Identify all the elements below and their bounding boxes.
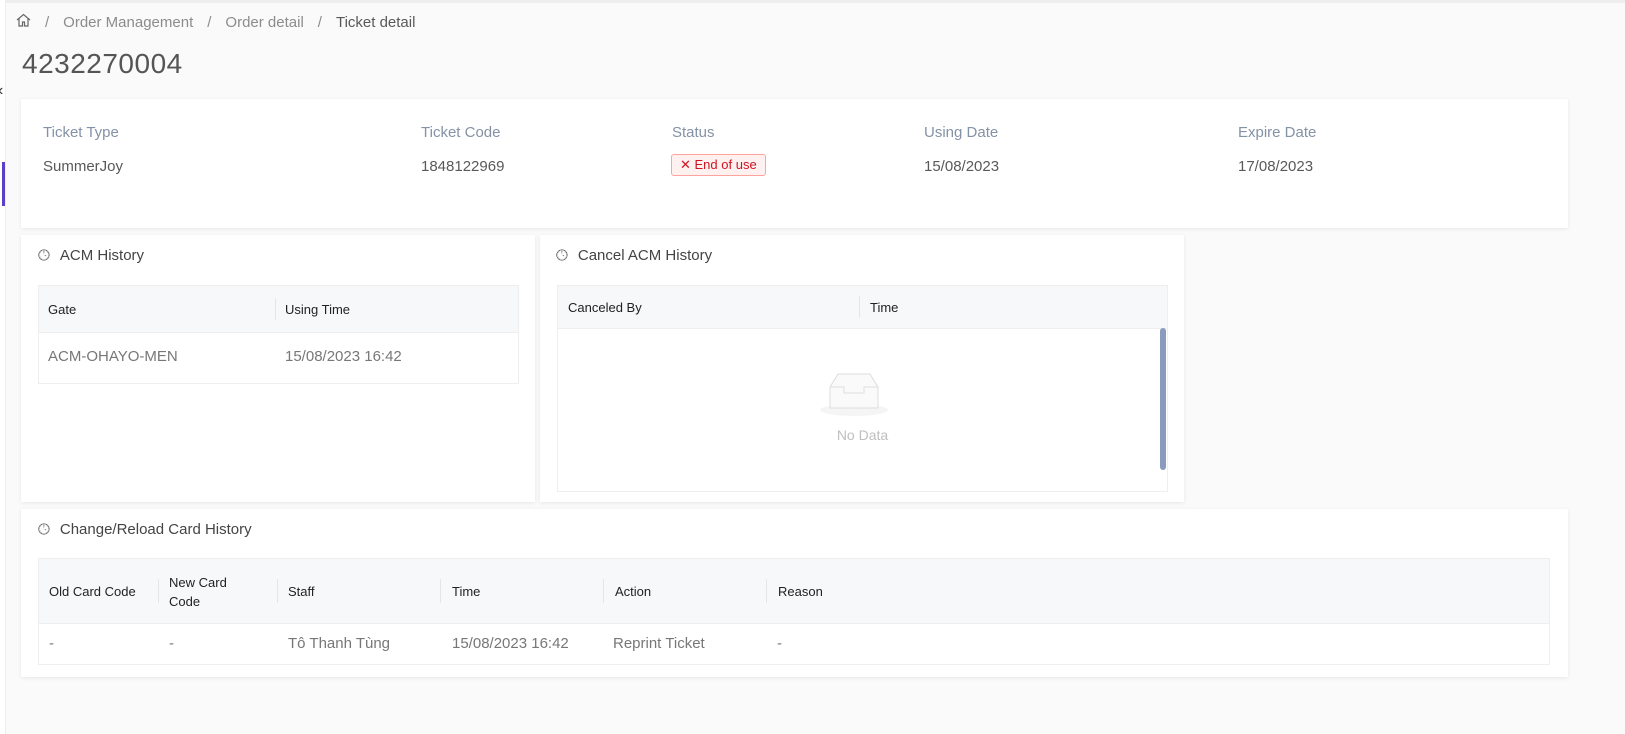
column-header: Action	[615, 584, 652, 599]
table-cell: 15/08/2023 16:42	[285, 348, 402, 365]
sidebar-active-indicator	[2, 162, 5, 206]
ticket-code-value: 1848122969	[421, 158, 505, 175]
using-date-value: 15/08/2023	[924, 158, 1000, 175]
breadcrumb-current: Ticket detail	[335, 13, 416, 31]
change-history-title: Change/Reload Card History	[59, 521, 252, 538]
ticket-type-value: SummerJoy	[43, 158, 124, 175]
column-header: New Card Code	[169, 575, 227, 609]
breadcrumb: / Order Management / Order detail / Tick…	[16, 13, 415, 31]
sidebar-collapsed	[0, 0, 6, 734]
collapse-sidebar-chevron-icon[interactable]: ‹	[0, 82, 3, 100]
table-cell: ACM-OHAYO-MEN	[48, 348, 178, 365]
table-cell: Reprint Ticket	[613, 635, 705, 652]
breadcrumb-order-detail[interactable]: Order detail	[225, 14, 303, 31]
column-header: Old Card Code	[49, 584, 136, 599]
acm-history-table: Gate Using Time ACM-OHAYO-MEN 15/08/2023…	[38, 285, 519, 384]
table-cell: -	[49, 635, 54, 652]
status-badge: ✕ End of use	[671, 154, 766, 176]
using-date-label: Using Date	[924, 124, 999, 141]
page-title: 4232270004	[22, 48, 183, 79]
top-border	[0, 0, 1625, 3]
ticket-code-label: Ticket Code	[421, 124, 501, 141]
ticket-info-card: Ticket Type SummerJoy Ticket Code 184812…	[21, 99, 1568, 228]
expire-date-label: Expire Date	[1238, 124, 1317, 141]
history-clock-icon: 🕓︎	[556, 247, 568, 264]
cancel-acm-history-card: 🕓︎ Cancel ACM History Canceled By Time No…	[540, 235, 1184, 502]
status-label: Status	[672, 124, 715, 141]
column-header: Gate	[48, 302, 77, 317]
acm-history-title: ACM History	[59, 247, 145, 264]
ticket-type-label: Ticket Type	[43, 124, 119, 141]
change-reload-card-history-card: 🕓︎ Change/Reload Card History Old Card Co…	[21, 509, 1568, 677]
scrollbar[interactable]	[1160, 328, 1166, 470]
column-header: Reason	[778, 584, 823, 599]
close-icon: ✕	[680, 157, 695, 172]
history-clock-icon: 🕓︎	[38, 521, 50, 538]
column-header: Staff	[288, 584, 315, 599]
change-history-table: Old Card Code New Card Code Staff Time A…	[38, 558, 1550, 665]
table-cell: 15/08/2023 16:42	[452, 635, 569, 652]
home-icon[interactable]	[16, 13, 31, 31]
cancel-acm-history-table: Canceled By Time No Data	[557, 285, 1168, 492]
column-header: Canceled By	[568, 300, 642, 315]
column-header: Using Time	[285, 302, 351, 317]
column-header: Time	[452, 584, 481, 599]
acm-history-card: 🕓︎ ACM History Gate Using Time ACM-OHAYO-…	[21, 235, 535, 502]
table-cell: Tô Thanh Tùng	[288, 635, 391, 652]
empty-state-text: No Data	[836, 427, 889, 443]
empty-inbox-icon	[820, 372, 888, 421]
table-cell: -	[777, 635, 782, 652]
table-cell: -	[169, 635, 174, 652]
column-header: Time	[870, 300, 899, 315]
expire-date-value: 17/08/2023	[1238, 158, 1314, 175]
cancel-acm-history-title: Cancel ACM History	[577, 247, 713, 264]
history-clock-icon: 🕓︎	[38, 247, 50, 264]
breadcrumb-order-management[interactable]: Order Management	[63, 14, 193, 31]
